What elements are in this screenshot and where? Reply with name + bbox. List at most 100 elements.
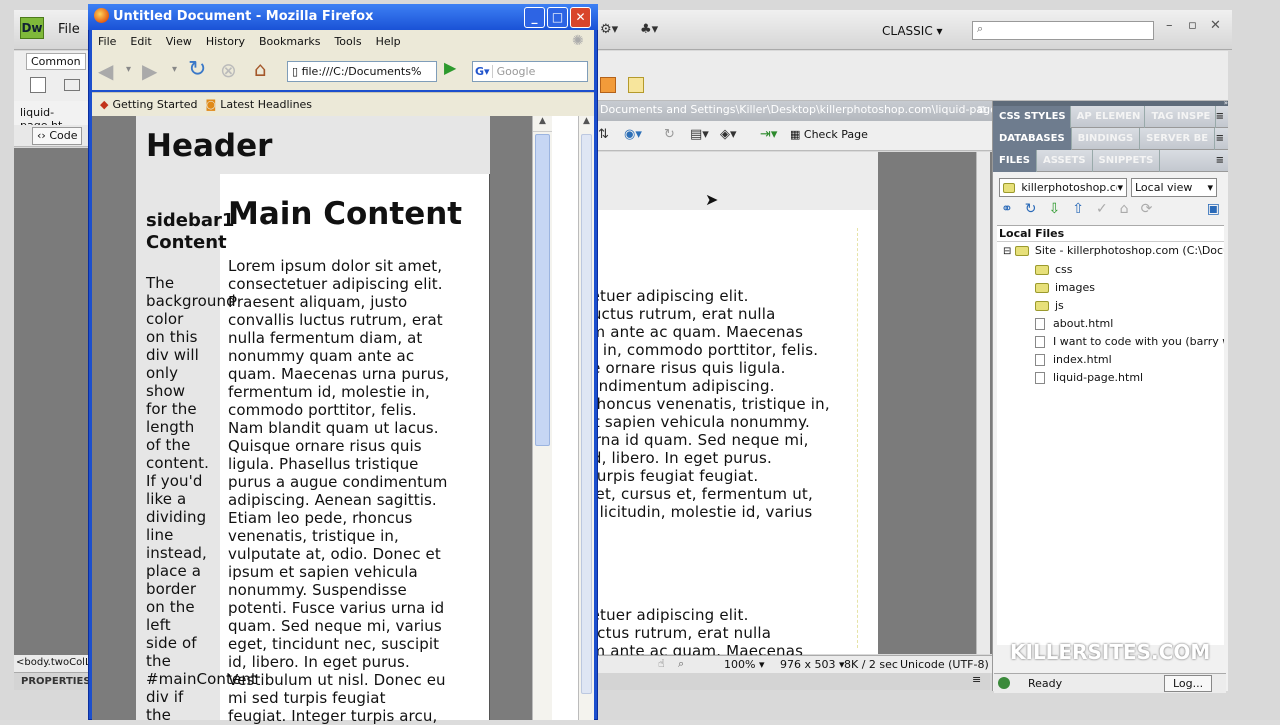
panel-tab[interactable]: BINDINGS bbox=[1072, 127, 1141, 150]
chevron-down-icon: ▾ bbox=[1117, 181, 1123, 194]
design-view-scrollbar[interactable] bbox=[976, 152, 990, 654]
gear-icon[interactable]: ⚙▾ bbox=[600, 22, 618, 37]
browser-scrollbar[interactable]: ▲ bbox=[532, 116, 552, 720]
zoom-tool-icon[interactable]: ⌕ bbox=[678, 657, 684, 671]
tree-item-label: I want to code with you (barry wh bbox=[1053, 335, 1224, 348]
stop-icon[interactable]: ⊗ bbox=[220, 58, 237, 82]
browser-scrollbar-2[interactable]: ▲ bbox=[578, 116, 594, 720]
back-icon[interactable]: ◀ bbox=[98, 59, 113, 83]
maximize-icon[interactable]: □ bbox=[547, 7, 568, 28]
minimize-icon[interactable]: _ bbox=[524, 7, 545, 28]
view-options-icon[interactable]: ▤▾ bbox=[690, 127, 709, 142]
refresh-icon[interactable]: ↻ bbox=[1025, 201, 1037, 219]
scroll-up-icon[interactable]: ▲ bbox=[533, 116, 552, 132]
insert-div-icon[interactable] bbox=[30, 77, 46, 93]
workspace-switcher[interactable]: CLASSIC ▾ bbox=[882, 24, 943, 38]
insert-template-icon[interactable] bbox=[600, 77, 616, 93]
firefox-menu-tools[interactable]: Tools bbox=[334, 35, 361, 48]
insert-tag-chooser-icon[interactable] bbox=[628, 77, 644, 93]
panel-tab[interactable]: SERVER BE bbox=[1140, 127, 1216, 150]
dw-menu-file[interactable]: File bbox=[58, 22, 80, 37]
site-select[interactable]: killerphotoshop.com▾ bbox=[999, 178, 1127, 197]
panel-tab[interactable]: SNIPPETS bbox=[1093, 149, 1161, 172]
check-out-icon[interactable]: ✓ bbox=[1096, 201, 1108, 219]
panel-row-files: FILES ASSETS SNIPPETS ≡ bbox=[993, 149, 1228, 172]
reload-icon[interactable]: ↻ bbox=[188, 57, 206, 82]
tree-file[interactable]: about.html bbox=[997, 315, 1224, 333]
tree-file[interactable]: index.html bbox=[997, 351, 1224, 369]
validate-icon[interactable]: ⇥▾ bbox=[760, 127, 777, 142]
panel-tab[interactable]: ASSETS bbox=[1037, 149, 1093, 172]
restore-doc-icon[interactable]: ⧉ bbox=[978, 103, 986, 117]
scroll-thumb[interactable] bbox=[535, 134, 550, 446]
window-size-select[interactable]: 976 x 503 ▾ bbox=[780, 658, 845, 671]
site-icon[interactable]: ♣▾ bbox=[640, 22, 658, 37]
forward-history-icon[interactable]: ▾ bbox=[172, 64, 177, 75]
url-bar[interactable]: ▯ file:///C:/Documents% bbox=[287, 61, 437, 82]
scroll-thumb[interactable] bbox=[581, 134, 592, 694]
properties-menu-icon[interactable]: ≡ bbox=[972, 673, 981, 686]
main-text-line: ligula. Phasellus tristique bbox=[228, 455, 419, 473]
firefox-menu-bookmarks[interactable]: Bookmarks bbox=[259, 35, 320, 48]
panel-tab[interactable]: DATABASES bbox=[993, 127, 1072, 150]
bookmark-latest-headlines[interactable]: Latest Headlines bbox=[220, 98, 312, 111]
search-bar[interactable]: G▾ Google bbox=[472, 61, 588, 82]
close-icon[interactable]: ✕ bbox=[1210, 18, 1221, 33]
insert-layer-icon[interactable] bbox=[64, 79, 80, 91]
visual-aids-icon[interactable]: ◈▾ bbox=[720, 127, 737, 142]
tag-selector[interactable]: <body.twoColL bbox=[14, 655, 90, 672]
connect-icon[interactable]: ⚭ bbox=[1001, 201, 1013, 219]
tree-folder[interactable]: js bbox=[997, 297, 1224, 315]
firefox-window-controls: _ □ ✕ bbox=[524, 7, 591, 28]
firefox-menu-edit[interactable]: Edit bbox=[130, 35, 151, 48]
google-engine-icon[interactable]: G▾ bbox=[473, 65, 493, 78]
tree-item-label: liquid-page.html bbox=[1053, 371, 1144, 384]
panel-tab[interactable]: CSS STYLES bbox=[993, 105, 1071, 128]
code-view-button[interactable]: ‹› Code bbox=[32, 127, 83, 145]
refresh-icon[interactable]: ↻ bbox=[664, 127, 675, 142]
firefox-menu-help[interactable]: Help bbox=[376, 35, 401, 48]
preview-in-browser-icon[interactable]: ◉▾ bbox=[624, 127, 642, 142]
minimize-icon[interactable]: – bbox=[1166, 18, 1173, 33]
site-root[interactable]: ⊟ Site - killerphotoshop.com (C:\Docume bbox=[997, 242, 1224, 261]
view-select[interactable]: Local view ▾ bbox=[1131, 178, 1217, 197]
panel-tab[interactable]: FILES bbox=[993, 149, 1037, 172]
tree-file[interactable]: liquid-page.html bbox=[997, 369, 1224, 387]
panel-menu-icon[interactable]: ≡ bbox=[1216, 155, 1228, 166]
panel-tab[interactable]: TAG INSPE bbox=[1145, 105, 1216, 128]
main-text-line: vulputate at, odio. Donec et bbox=[228, 545, 441, 563]
synchronize-icon[interactable]: ⟳ bbox=[1141, 201, 1153, 219]
scroll-up-icon[interactable]: ▲ bbox=[579, 116, 594, 132]
maximize-icon[interactable]: ▫ bbox=[1188, 18, 1197, 33]
url-text: file:///C:/Documents% bbox=[301, 65, 422, 78]
firefox-menu-history[interactable]: History bbox=[206, 35, 245, 48]
tree-file[interactable]: I want to code with you (barry wh bbox=[997, 333, 1224, 351]
home-icon[interactable]: ⌂ bbox=[254, 57, 267, 81]
bookmark-getting-started[interactable]: Getting Started bbox=[112, 98, 197, 111]
panel-menu-icon[interactable]: ≡ bbox=[1216, 133, 1228, 144]
check-page-button[interactable]: ▦ Check Page bbox=[790, 128, 868, 141]
back-history-icon[interactable]: ▾ bbox=[126, 64, 131, 75]
check-in-icon[interactable]: ⌂ bbox=[1120, 201, 1129, 219]
tree-folder[interactable]: images bbox=[997, 279, 1224, 297]
file-icon bbox=[1035, 372, 1045, 384]
hand-tool-icon[interactable]: ☝ bbox=[658, 657, 665, 670]
properties-label[interactable]: PROPERTIES bbox=[21, 676, 91, 687]
tree-folder[interactable]: css bbox=[997, 261, 1224, 279]
firefox-menu-file[interactable]: File bbox=[98, 35, 116, 48]
panel-tab[interactable]: AP ELEMEN bbox=[1071, 105, 1146, 128]
get-files-icon[interactable]: ⇩ bbox=[1048, 201, 1060, 219]
put-files-icon[interactable]: ⇧ bbox=[1072, 201, 1084, 219]
log-button[interactable]: Log... bbox=[1164, 675, 1213, 692]
zoom-select[interactable]: 100% ▾ bbox=[724, 658, 764, 671]
close-icon[interactable]: ✕ bbox=[570, 7, 591, 28]
panel-menu-icon[interactable]: ≡ bbox=[1216, 111, 1228, 122]
upload-icon[interactable]: ⇅ bbox=[598, 127, 609, 142]
forward-icon[interactable]: ▶ bbox=[142, 59, 157, 83]
code-button-label: Code bbox=[49, 129, 78, 142]
firefox-menu-view[interactable]: View bbox=[166, 35, 192, 48]
expand-icon[interactable]: ▣ bbox=[1207, 201, 1220, 219]
dw-search-input[interactable]: ⌕ bbox=[972, 21, 1154, 40]
insert-tab-common[interactable]: Common bbox=[26, 53, 86, 70]
go-icon[interactable]: ▶ bbox=[444, 58, 456, 77]
